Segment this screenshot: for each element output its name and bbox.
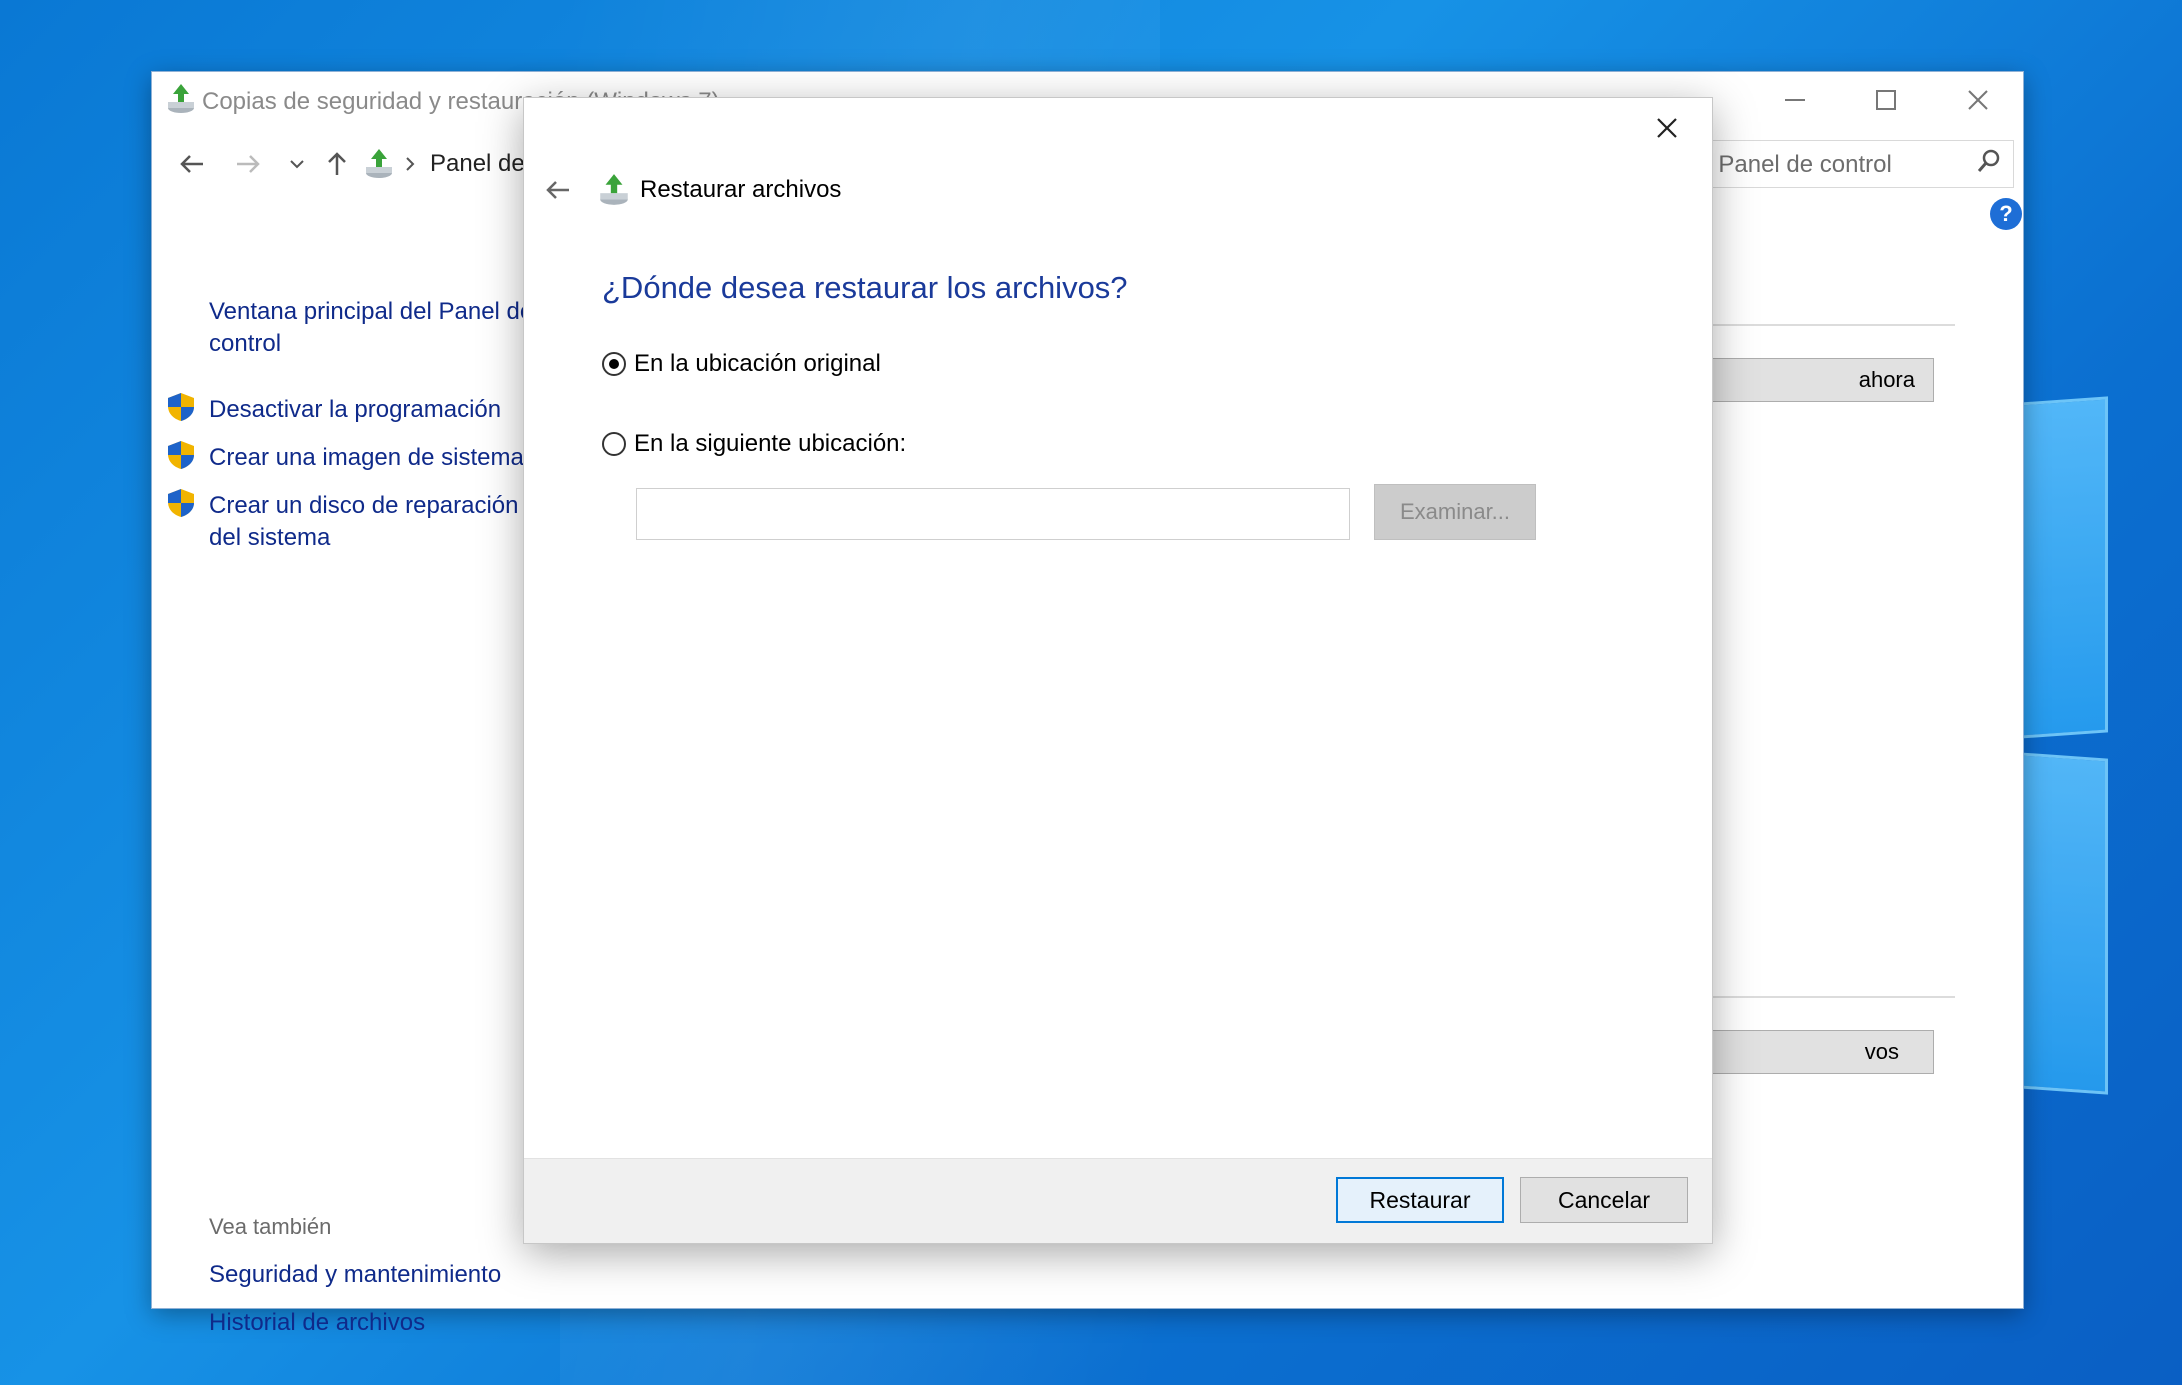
backup-now-button[interactable]: ahora	[1712, 358, 1934, 402]
location-path-input[interactable]	[636, 488, 1350, 540]
see-also-heading: Vea también	[209, 1214, 332, 1239]
chevron-down-icon	[290, 160, 304, 169]
divider	[1712, 324, 1955, 326]
dialog-question-heading: ¿Dónde desea restaurar los archivos?	[602, 270, 1128, 305]
home-link-line2: control	[209, 330, 282, 357]
option-original-location-label: En la ubicación original	[634, 350, 881, 377]
forward-button[interactable]	[228, 142, 268, 186]
arrow-left-icon	[180, 155, 203, 173]
repair-disc-line1: Crear un disco de reparación	[209, 492, 519, 519]
chevron-right-icon	[406, 157, 415, 171]
file-history-link[interactable]: Historial de archivos	[209, 1307, 425, 1339]
minimize-button[interactable]	[1765, 78, 1825, 122]
radio-following-location[interactable]	[602, 432, 626, 456]
uac-shield-icon	[168, 441, 194, 469]
home-link-line1: Ventana principal del Panel de	[209, 298, 534, 325]
maximize-icon	[1876, 90, 1896, 110]
browse-button[interactable]: Examinar...	[1374, 484, 1536, 540]
option-original-location[interactable]: En la ubicación original	[602, 350, 881, 378]
dialog-close-button[interactable]	[1642, 108, 1692, 148]
address-text: Panel de	[430, 150, 525, 177]
search-input[interactable]: n el Panel de control	[1672, 140, 2014, 188]
arrow-right-icon	[237, 155, 260, 173]
security-maintenance-link[interactable]: Seguridad y mantenimiento	[209, 1259, 501, 1291]
control-panel-home-link[interactable]: Ventana principal del Panel de control	[209, 296, 533, 360]
dialog-title: Restaurar archivos	[640, 176, 842, 203]
disable-schedule-link[interactable]: Desactivar la programación	[209, 394, 501, 426]
maximize-button[interactable]	[1856, 78, 1916, 122]
restore-button[interactable]: Restaurar	[1336, 1177, 1504, 1223]
help-button[interactable]: ?	[1990, 198, 2022, 230]
create-repair-disc-link[interactable]: Crear un disco de reparación del sistema	[209, 490, 519, 554]
back-button[interactable]	[172, 142, 212, 186]
close-icon	[1968, 90, 1988, 110]
create-system-image-link[interactable]: Crear una imagen de sistema	[209, 442, 524, 474]
uac-shield-icon	[168, 393, 194, 421]
close-window-button[interactable]	[1948, 78, 2008, 122]
backup-restore-icon	[600, 174, 628, 205]
dialog-footer: Restaurar Cancelar	[524, 1158, 1712, 1243]
restore-files-dialog: Restaurar archivos ¿Dónde desea restaura…	[524, 98, 1712, 1243]
minimize-icon	[1785, 99, 1805, 101]
arrow-up-icon	[328, 152, 346, 175]
divider	[1712, 996, 1955, 998]
cancel-button[interactable]: Cancelar	[1520, 1177, 1688, 1223]
restore-files-button[interactable]: vos	[1712, 1030, 1934, 1074]
radio-original-location[interactable]	[602, 352, 626, 376]
option-following-location[interactable]: En la siguiente ubicación:	[602, 430, 906, 458]
backup-restore-icon	[168, 84, 194, 113]
search-icon	[1977, 149, 2000, 172]
close-icon	[1657, 118, 1677, 138]
uac-shield-icon	[168, 489, 194, 517]
option-following-location-label: En la siguiente ubicación:	[634, 430, 907, 457]
arrow-left-icon	[546, 181, 569, 199]
up-button[interactable]	[317, 142, 357, 186]
recent-locations-button[interactable]	[277, 142, 317, 186]
backup-restore-icon	[366, 149, 392, 178]
repair-disc-line2: del sistema	[209, 524, 331, 551]
dialog-back-button[interactable]	[538, 170, 578, 210]
